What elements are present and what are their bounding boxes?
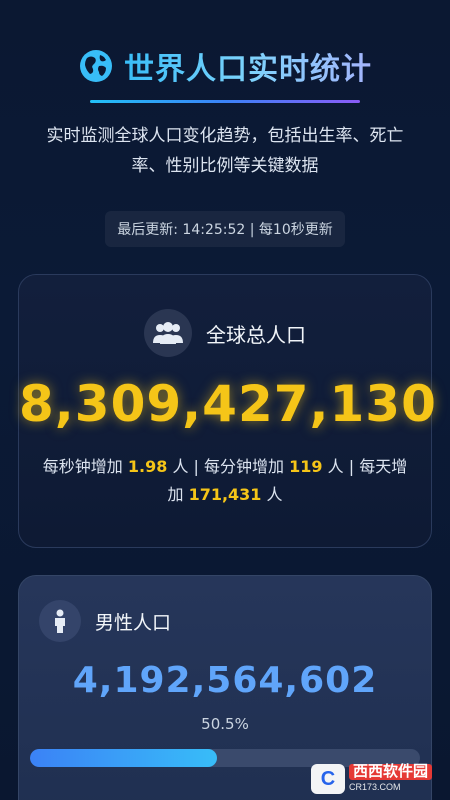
- total-card-header: 全球总人口: [19, 309, 431, 357]
- per-second-prefix: 每秒钟增加: [42, 457, 123, 476]
- male-percentage: 50.5%: [201, 715, 249, 733]
- globe-icon: [78, 48, 114, 84]
- watermark-text: 西西软件园 CR173.COM: [348, 764, 432, 794]
- watermark-logo: C: [310, 764, 345, 794]
- page-title: 世界人口实时统计: [124, 44, 372, 88]
- per-second-value: 1.98: [127, 457, 168, 476]
- per-day-value: 171,431: [188, 485, 262, 504]
- people-icon: [144, 309, 192, 357]
- per-second-unit: 人 | 每分钟增加: [172, 457, 285, 476]
- male-progress-fill: [30, 749, 218, 767]
- per-minute-value: 119: [289, 457, 323, 476]
- page-subtitle: 实时监测全球人口变化趋势，包括出生率、死亡率、性别比例等关键数据: [46, 126, 404, 176]
- total-population-label: 全球总人口: [206, 322, 306, 347]
- title-row: 世界人口实时统计: [0, 44, 450, 88]
- watermark-main: 西西软件园: [348, 764, 432, 780]
- per-day-unit: 人: [266, 485, 283, 504]
- title-underline: [90, 100, 360, 103]
- site-watermark: C 西西软件园 CR173.COM: [310, 764, 432, 794]
- page-header: 世界人口实时统计 实时监测全球人口变化趋势，包括出生率、死亡率、性别比例等关键数…: [0, 0, 450, 247]
- total-population-card: 全球总人口 8,309,427,130 每秒钟增加 1.98 人 | 每分钟增加…: [18, 274, 437, 548]
- watermark-sub: CR173.COM: [348, 782, 401, 792]
- growth-rates: 每秒钟增加 1.98 人 | 每分钟增加 119 人 | 每天增加 171,43…: [40, 453, 410, 509]
- male-population-value: 4,192,564,602: [72, 660, 378, 701]
- male-population-label: 男性人口: [95, 611, 172, 634]
- last-update-badge: 最后更新: 14:25:52 | 每10秒更新: [105, 211, 345, 247]
- male-card-header: 男性人口: [39, 600, 431, 642]
- male-person-icon: [39, 600, 81, 642]
- total-population-value: 8,309,427,130: [19, 375, 437, 433]
